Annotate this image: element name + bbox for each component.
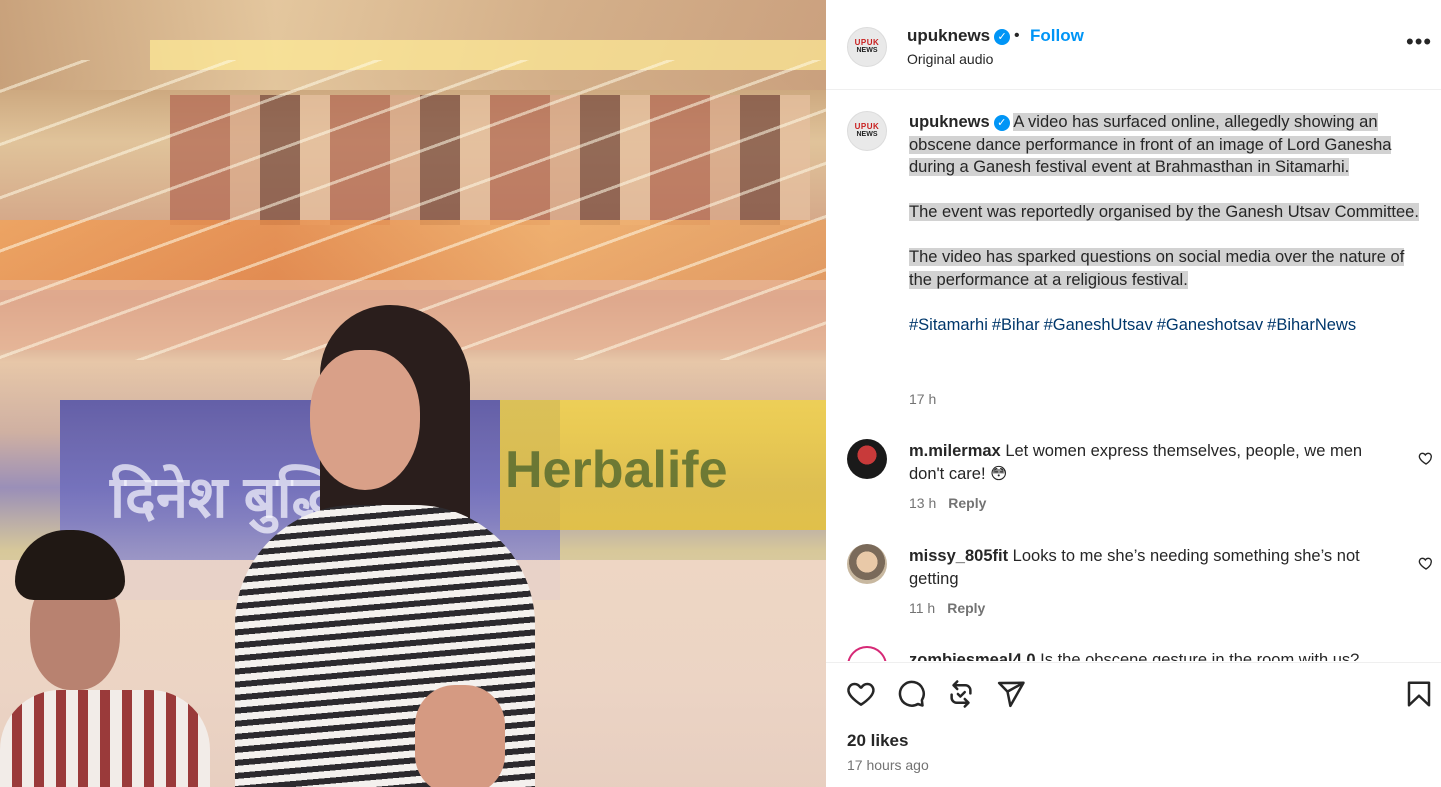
hashtag-link[interactable]: #BiharNews	[1267, 316, 1356, 334]
comment-text: zombiesmeal4.0 Is the obscene gesture in…	[909, 649, 1389, 661]
like-comment-heart-icon[interactable]	[1418, 555, 1434, 571]
commenter-username[interactable]: missy_805fit	[909, 547, 1008, 565]
caption-author-avatar[interactable]: UPUK NEWS	[847, 111, 887, 151]
avatar-logo-line2: NEWS	[856, 131, 878, 138]
verified-badge-icon: ✓	[994, 29, 1011, 45]
caption-break	[909, 291, 1419, 314]
reply-button[interactable]: Reply	[947, 600, 985, 616]
man-shirt	[0, 690, 210, 787]
comment-meta: 11 h Reply	[909, 600, 985, 616]
author-username[interactable]: upuknews	[907, 26, 990, 45]
avatar-logo-line2: NEWS	[856, 47, 878, 54]
like-comment-heart-icon[interactable]	[1418, 450, 1434, 466]
post-caption: upuknews ✓ A video has surfaced online, a…	[909, 111, 1419, 336]
hashtag-link[interactable]: #Sitamarhi	[909, 316, 988, 334]
commenter-avatar[interactable]	[847, 439, 887, 479]
man-hair	[15, 530, 125, 600]
post-timestamp[interactable]: 17 hours ago	[847, 757, 929, 773]
post-header: UPUK NEWS upuknews ✓ • Follow Original au…	[826, 0, 1441, 90]
man-figure	[0, 530, 210, 787]
avatar-logo-line1: UPUK	[854, 38, 880, 47]
caption-break	[909, 179, 1419, 202]
repost-icon[interactable]	[946, 679, 976, 709]
separator-dot: •	[1014, 27, 1020, 44]
reply-button[interactable]: Reply	[948, 495, 986, 511]
share-send-icon[interactable]	[996, 679, 1026, 709]
avatar-logo-line1: UPUK	[854, 122, 880, 131]
banner-herbalife-text: Herbalife	[505, 441, 728, 499]
woman-arm	[415, 685, 505, 787]
hashtag-list: #Sitamarhi #Bihar #GaneshUtsav #Ganeshotsav…	[909, 314, 1419, 337]
like-heart-icon[interactable]	[846, 679, 876, 709]
woman-face	[310, 350, 420, 490]
comment-text: m.milermax Let women express themselves,…	[909, 440, 1389, 485]
comment-timestamp[interactable]: 13 h	[909, 495, 936, 511]
commenter-avatar[interactable]	[847, 544, 887, 584]
commenter-avatar[interactable]	[847, 646, 887, 661]
post-media-video[interactable]: दिनेश बुद्धि Herbalife	[0, 0, 826, 787]
author-username-link[interactable]: upuknews ✓	[907, 26, 1011, 46]
comments-section[interactable]: UPUK NEWS upuknews ✓ A video has surfaced…	[826, 91, 1441, 661]
caption-break	[909, 224, 1419, 247]
comment-body: Is the obscene gesture in the room with …	[1040, 651, 1360, 661]
post-side-panel: UPUK NEWS upuknews ✓ • Follow Original au…	[826, 0, 1441, 787]
commenter-username[interactable]: m.milermax	[909, 442, 1001, 460]
verified-badge-icon: ✓	[993, 115, 1010, 131]
follow-button[interactable]: Follow	[1030, 26, 1084, 46]
comment-meta: 13 h Reply	[909, 495, 986, 511]
hashtag-link[interactable]: #Ganeshotsav	[1157, 316, 1263, 334]
hashtag-link[interactable]: #Bihar	[992, 316, 1040, 334]
original-audio-link[interactable]: Original audio	[907, 51, 993, 67]
post-actions-bar: 20 likes 17 hours ago	[826, 662, 1441, 787]
comment-bubble-icon[interactable]	[896, 679, 926, 709]
comment-timestamp[interactable]: 11 h	[909, 600, 935, 616]
more-options-icon[interactable]: •••	[1406, 31, 1434, 58]
caption-username[interactable]: upuknews	[909, 113, 990, 131]
caption-paragraph-3: The video has sparked questions on socia…	[909, 248, 1405, 289]
caption-timestamp[interactable]: 17 h	[909, 391, 936, 407]
comment-text: missy_805fit Looks to me she’s needing s…	[909, 545, 1389, 590]
likes-count[interactable]: 20 likes	[847, 731, 908, 751]
woman-figure	[235, 305, 535, 787]
author-avatar[interactable]: UPUK NEWS	[847, 27, 887, 67]
commenter-username[interactable]: zombiesmeal4.0	[909, 651, 1036, 661]
save-bookmark-icon[interactable]	[1404, 679, 1434, 709]
caption-paragraph-2: The event was reportedly organised by th…	[909, 203, 1419, 221]
hashtag-link[interactable]: #GaneshUtsav	[1044, 316, 1153, 334]
